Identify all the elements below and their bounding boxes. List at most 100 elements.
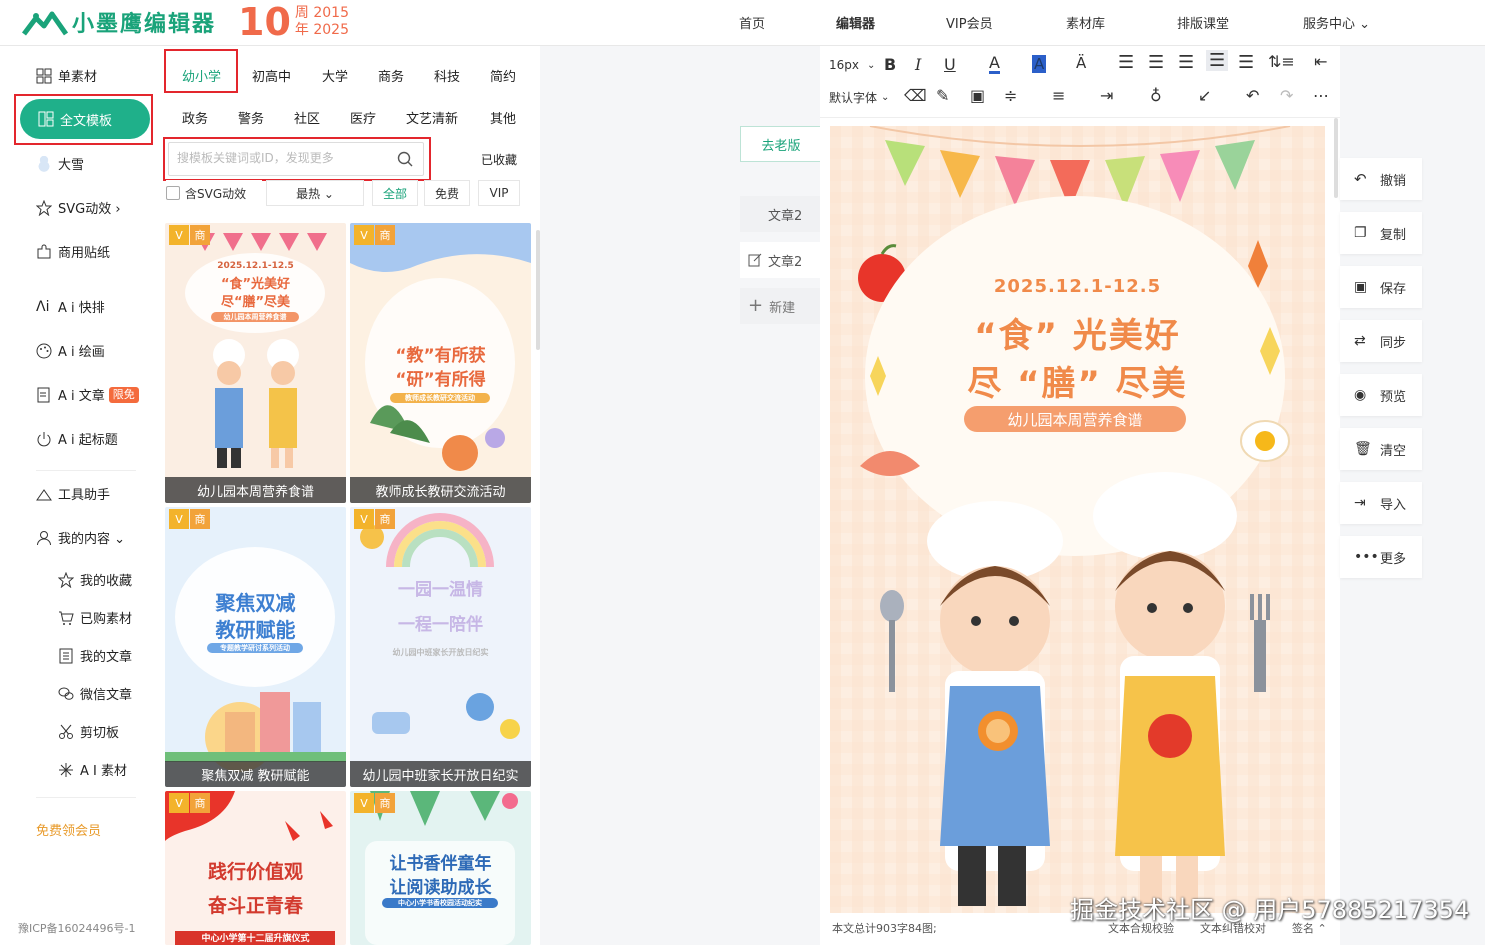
sidebar-item-ai-title[interactable]: A i 起标题 — [36, 429, 118, 448]
logo[interactable]: 小墨鹰编辑器 10 周 2015 年 2025 — [22, 3, 349, 41]
nav-vip[interactable]: VIP会员 — [946, 13, 993, 32]
save-button[interactable]: ▣ 保存 — [1340, 266, 1422, 308]
spacing-icon[interactable]: ≑ — [1004, 86, 1017, 105]
nav-service[interactable]: 服务中心 ⌄ — [1303, 13, 1370, 32]
template-card[interactable]: 践行价值观 奋斗正青春 中心小学第十二届升旗仪式 V商 — [165, 791, 346, 945]
category-community[interactable]: 社区 — [294, 108, 320, 127]
sidebar-item-wechat[interactable]: 微信文章 — [58, 684, 132, 703]
collected-link[interactable]: 已收藏 — [481, 151, 517, 168]
anniversary-badge: 10 周 2015 年 2025 — [238, 3, 349, 41]
template-card[interactable]: “教”有所获 “研”有所得 教师成长教研交流活动 V商 教师成长教研交流活动 — [350, 223, 531, 503]
paragraph-spacing-icon[interactable]: ⇥ — [1100, 86, 1113, 105]
icp-text[interactable]: 豫ICP备16024496号-1 — [18, 920, 136, 936]
line-height-icon[interactable]: ⇅≡ — [1268, 52, 1295, 71]
sidebar-item-ai-draw[interactable]: A i 绘画 — [36, 341, 105, 360]
sidebar-item-single[interactable]: 单素材 — [36, 66, 97, 85]
copy-button[interactable]: ❐ 复制 — [1340, 212, 1422, 254]
article-item[interactable]: 文章2 — [740, 196, 822, 232]
old-version-button[interactable]: 去老版 — [740, 126, 822, 162]
svg-animation-checkbox[interactable]: 含SVG动效 — [166, 180, 262, 206]
sidebar-item-my-articles[interactable]: 我的文章 — [58, 646, 132, 665]
format-painter-icon[interactable]: ✎ — [936, 86, 949, 105]
bold-icon[interactable]: B — [884, 55, 896, 74]
filter-free[interactable]: 免费 — [424, 180, 470, 206]
category-medical[interactable]: 医疗 — [350, 108, 376, 127]
filter-vip[interactable]: VIP — [478, 180, 520, 206]
sidebar-item-snow[interactable]: 大雪 — [36, 154, 84, 173]
category-highschool[interactable]: 初高中 — [252, 66, 291, 85]
article-item-active[interactable]: 文章2 — [740, 242, 822, 278]
nav-home[interactable]: 首页 — [739, 13, 765, 32]
preview-button[interactable]: ◉ 预览 — [1340, 374, 1422, 416]
align-center-icon[interactable]: ☰ — [1148, 52, 1164, 73]
clear-format-icon[interactable]: Ä — [1076, 54, 1086, 72]
poster-title-line-2: 尽 “膳” 尽美 — [967, 364, 1188, 404]
category-other[interactable]: 其他 — [490, 108, 516, 127]
sidebar-item-clipboard[interactable]: 剪切板 — [58, 722, 119, 741]
sidebar-item-favorites[interactable]: 我的收藏 — [58, 570, 132, 589]
commercial-badge: 商 — [190, 225, 210, 245]
nav-editor[interactable]: 编辑器 — [836, 13, 875, 32]
new-article-button[interactable]: + 新建 — [740, 288, 822, 324]
anniversary-line-1: 周 2015 — [294, 5, 349, 21]
import-button[interactable]: ⇥ 导入 — [1340, 482, 1422, 524]
nav-materials[interactable]: 素材库 — [1066, 13, 1105, 32]
checkbox-label: 含SVG动效 — [185, 186, 247, 201]
filter-all[interactable]: 全部 — [372, 180, 418, 206]
redo-icon[interactable]: ↷ — [1280, 86, 1293, 105]
more-button[interactable]: ••• 更多 — [1340, 536, 1422, 578]
sync-button[interactable]: ⇄ 同步 — [1340, 320, 1422, 362]
free-member-link[interactable]: 免费领会员 — [36, 820, 101, 839]
category-simple[interactable]: 简约 — [490, 66, 516, 85]
sidebar-item-svg[interactable]: SVG动效 › — [36, 198, 121, 217]
category-government[interactable]: 政务 — [182, 108, 208, 127]
sidebar-item-my-content[interactable]: 我的内容 ⌄ — [36, 528, 125, 547]
sidebar-item-tools[interactable]: 工具助手 — [36, 484, 110, 503]
italic-icon[interactable]: I — [915, 55, 921, 74]
font-family-select[interactable]: 默认字体 ⌄ — [829, 89, 889, 106]
font-color-icon[interactable]: A — [989, 54, 1000, 74]
align-justify-icon[interactable]: ☰ — [1206, 50, 1229, 71]
sidebar-item-ai-material[interactable]: A I 素材 — [58, 760, 127, 779]
poster-preview[interactable]: 2025.12.1-12.5 “食” 光美好 尽 “膳” 尽美 幼儿园本周营养食… — [830, 126, 1325, 913]
brush-icon[interactable]: ♁ — [1150, 86, 1162, 105]
sidebar-item-sticker[interactable]: 商用贴纸 — [36, 242, 110, 261]
category-literary[interactable]: 文艺清新 — [406, 108, 458, 127]
undo-icon[interactable]: ↶ — [1246, 86, 1259, 105]
template-card[interactable]: 让书香伴童年 让阅读助成长 中心小学书香校园活动纪实 V商 — [350, 791, 531, 945]
highlight-color-icon[interactable]: A — [1032, 55, 1047, 73]
underline-icon[interactable]: U — [944, 55, 956, 74]
template-card[interactable]: 一园一温情 一程一陪伴 幼儿园中班家长开放日纪实 V商 幼儿园中班家长开放日纪实 — [350, 507, 531, 787]
template-card[interactable]: 聚焦双减 教研赋能 专题教学研讨系列活动 V商 聚焦双减 教研赋能 — [165, 507, 346, 787]
align-left-icon[interactable]: ☰ — [1118, 52, 1134, 73]
clear-button[interactable]: 🗑 清空 — [1340, 428, 1422, 470]
sidebar-item-ai-article[interactable]: A i 文章 限免 — [36, 385, 139, 404]
highlight-box — [164, 49, 238, 93]
template-card[interactable]: 2025.12.1-12.5 “食”光美好 尽“膳”尽美 幼儿园本周营养食谱 V… — [165, 223, 346, 503]
category-university[interactable]: 大学 — [322, 66, 348, 85]
template-scrollbar[interactable] — [536, 230, 540, 350]
category-police[interactable]: 警务 — [238, 108, 264, 127]
sort-dropdown[interactable]: 最热 ⌄ — [266, 180, 364, 206]
eraser-icon[interactable]: ⌫ — [904, 86, 927, 105]
checkbox-box[interactable] — [166, 186, 180, 200]
nav-course[interactable]: 排版课堂 — [1177, 13, 1229, 32]
category-tech[interactable]: 科技 — [434, 66, 460, 85]
action-label: 撤销 — [1380, 173, 1407, 189]
more-icon[interactable]: ⋯ — [1313, 86, 1329, 105]
image-icon[interactable]: ▣ — [970, 86, 985, 105]
undo-button[interactable]: ↶ 撤销 — [1340, 158, 1422, 200]
align-right-icon[interactable]: ☰ — [1178, 52, 1194, 73]
sidebar-item-ai-layout[interactable]: Λi A i 快排 — [36, 297, 105, 317]
divider-icon[interactable]: ≡ — [1052, 86, 1065, 105]
indent-icon[interactable]: ☰ — [1238, 52, 1254, 73]
font-size-select[interactable]: 16px ⌄ — [829, 58, 875, 72]
sidebar-item-purchased[interactable]: 已购素材 — [58, 608, 132, 627]
arrow-icon[interactable]: ↙ — [1198, 86, 1211, 105]
category-business[interactable]: 商务 — [378, 66, 404, 85]
anniversary-line-2: 年 2025 — [294, 22, 349, 38]
canvas-scrollbar[interactable] — [1334, 118, 1338, 198]
eye-icon: ◉ — [1354, 387, 1367, 403]
document-icon — [37, 387, 50, 402]
collapse-toolbar-icon[interactable]: ⇤ — [1314, 52, 1327, 71]
